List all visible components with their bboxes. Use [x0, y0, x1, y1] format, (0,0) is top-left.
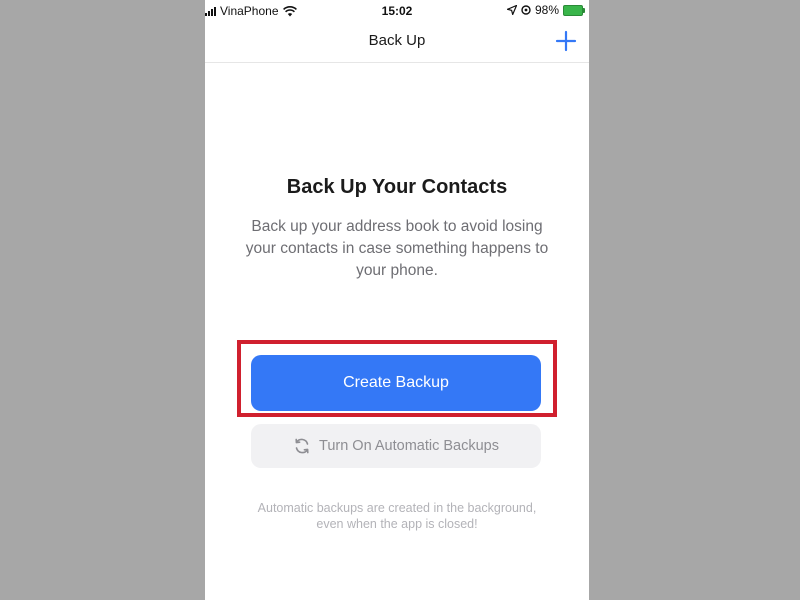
nav-bar: Back Up — [205, 22, 589, 63]
status-bar: VinaPhone 15:02 98% — [205, 0, 589, 22]
create-backup-button[interactable]: Create Backup — [251, 355, 541, 411]
create-backup-label: Create Backup — [343, 374, 449, 391]
footnote: Automatic backups are created in the bac… — [257, 501, 537, 531]
description: Back up your address book to avoid losin… — [245, 218, 549, 279]
status-right: 98% — [506, 3, 585, 17]
headline: Back Up Your Contacts — [286, 176, 508, 198]
page-title: Back Up — [368, 32, 426, 49]
location-arrow-icon — [506, 5, 517, 15]
automatic-backups-label: Turn On Automatic Backups — [319, 438, 499, 454]
alarm-icon — [521, 5, 531, 15]
battery-percent: 98% — [534, 3, 559, 17]
phone-screen: VinaPhone 15:02 98% Back Up Back Up Your… — [205, 0, 589, 600]
automatic-backups-button[interactable]: Turn On Automatic Backups — [251, 424, 541, 468]
sync-icon — [295, 438, 309, 454]
battery-icon — [563, 4, 585, 16]
plus-icon[interactable] — [553, 28, 579, 54]
